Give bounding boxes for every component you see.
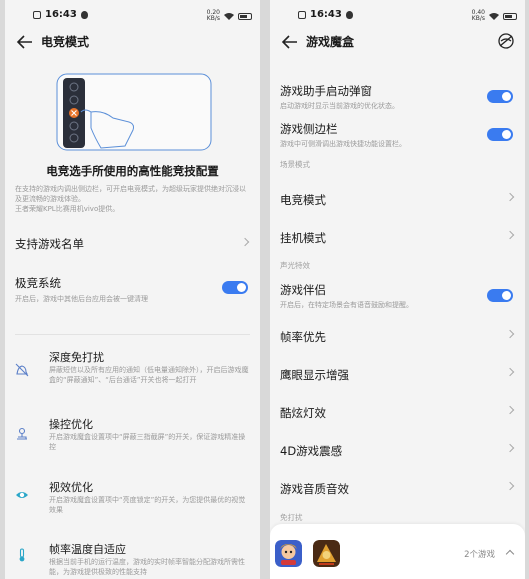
status-time: 16:43 [310, 9, 342, 20]
sound-fx-row[interactable]: 游戏音质音效 [280, 478, 515, 496]
cool-light-row[interactable]: 酷炫灯效 [280, 402, 515, 420]
feature-description: 屏蔽短信以及所有应用的通知（低电量通知除外），开启后游戏魔盒的“屏蔽通知”、“后… [49, 366, 249, 384]
hide-icon[interactable] [497, 32, 515, 50]
feature-title: 帧率温度自适应 [49, 543, 126, 556]
companion-label: 游戏伴侣 [280, 283, 326, 297]
popup-toggle[interactable] [487, 90, 513, 103]
frame-priority-row[interactable]: 帧率优先 [280, 326, 515, 344]
wifi-icon [489, 12, 499, 20]
page-title: 游戏魔盒 [306, 35, 355, 49]
feature-title: 操控优化 [49, 418, 93, 431]
notification-icon [33, 10, 41, 19]
feature-title: 视效优化 [49, 481, 93, 494]
do-not-disturb-icon [15, 363, 29, 377]
page-title: 电竞模式 [41, 35, 90, 49]
esports-mode-screen: 16:43 0.20 KB/s 电竞模式 电竞选手所使用的高性能竞技配置 在支持… [5, 0, 260, 579]
feature-title: 深度免打扰 [49, 351, 104, 364]
popup-label: 游戏助手启动弹窗 [280, 84, 372, 98]
network-speed: 0.20 KB/s [206, 9, 220, 22]
companion-desc: 开启后，在特定场景会有语音鼓励和提醒。 [280, 301, 413, 309]
game-icon-2[interactable] [313, 540, 340, 567]
chevron-right-icon [240, 237, 250, 247]
cool-light-label: 酷炫灯效 [280, 406, 326, 420]
thermometer-icon [19, 548, 25, 562]
vibration-row[interactable]: 4D游戏震感 [280, 440, 515, 458]
eagle-eye-label: 鹰眼显示增强 [280, 368, 349, 382]
back-arrow-icon[interactable] [280, 32, 300, 52]
sound-fx-label: 游戏音质音效 [280, 482, 349, 496]
extreme-system-row: 极竞系统 开启后，游戏中其他后台应用会被一键清理 [15, 275, 250, 305]
popup-desc: 启动游戏时显示当前游戏的优化状态。 [280, 102, 399, 110]
section-dnd: 免打扰 [280, 513, 303, 522]
game-icon-1[interactable] [275, 540, 302, 567]
game-box-screen: 16:43 0.40 KB/s 游戏魔盒 游戏助手启动弹窗 启动游戏时显示当前游… [270, 0, 525, 579]
sidebar-label: 游戏侧边栏 [280, 122, 338, 136]
feature-description: 开启游戏魔盒设置项中“屏蔽三指截屏”的开关，保证游戏精准操控 [49, 433, 246, 451]
chevron-right-icon [505, 230, 515, 240]
supported-games-row[interactable]: 支持游戏名单 [15, 233, 250, 251]
idle-mode-label: 挂机模式 [280, 231, 326, 245]
notification-icon [298, 10, 306, 19]
chevron-right-icon [505, 329, 515, 339]
extreme-system-desc: 开启后，游戏中其他后台应用会被一键清理 [15, 295, 148, 303]
sidebar-toggle[interactable] [487, 128, 513, 141]
sidebar-desc: 游戏中可侧滑调出游戏快捷功能设置栏。 [280, 140, 406, 148]
status-bar: 16:43 0.40 KB/s [270, 9, 525, 23]
network-speed: 0.40 KB/s [471, 9, 485, 22]
esports-mode-label: 电竞模式 [280, 193, 326, 207]
phone-illustration [56, 73, 212, 151]
frame-priority-label: 帧率优先 [280, 330, 326, 344]
chevron-right-icon [505, 367, 515, 377]
chevron-right-icon [505, 192, 515, 202]
status-time: 16:43 [45, 9, 77, 20]
chevron-right-icon [505, 443, 515, 453]
status-bar: 16:43 0.20 KB/s [5, 9, 260, 23]
hero-credit: 王者荣耀KPL比赛用机vivo提供。 [15, 205, 120, 213]
section-scene: 场景模式 [280, 160, 310, 169]
joystick-icon [17, 427, 27, 440]
eye-icon [16, 492, 28, 498]
app-notification-icon [345, 10, 353, 19]
companion-row: 游戏伴侣 开启后，在特定场景会有语音鼓励和提醒。 [280, 282, 515, 310]
games-tray[interactable]: 2个游戏 [270, 524, 525, 579]
extreme-system-label: 极竞系统 [15, 276, 61, 290]
idle-mode-row[interactable]: 挂机模式 [280, 227, 515, 245]
supported-games-label: 支持游戏名单 [15, 237, 84, 251]
feature-description: 根据当前手机的运行温度，游戏的实时帧率智能分配游戏所需性能，为游戏提供极致的性能… [49, 558, 245, 576]
sidebar-row: 游戏侧边栏 游戏中可侧滑调出游戏快捷功能设置栏。 [280, 121, 515, 149]
popup-row: 游戏助手启动弹窗 启动游戏时显示当前游戏的优化状态。 [280, 83, 515, 111]
hero-title: 电竞选手所使用的高性能竞技配置 [46, 164, 219, 178]
chevron-right-icon [505, 481, 515, 491]
games-count: 2个游戏 [464, 550, 495, 560]
esports-mode-row[interactable]: 电竞模式 [280, 189, 515, 207]
divider [15, 334, 250, 335]
back-arrow-icon[interactable] [15, 32, 35, 52]
chevron-right-icon [505, 405, 515, 415]
chevron-up-icon[interactable] [505, 549, 515, 559]
feature-description: 开启游戏魔盒设置项中“亮度锁定”的开关，为您提供最优的视觉效果 [49, 496, 246, 514]
battery-icon [503, 12, 517, 20]
hero-description: 在支持的游戏内调出侧边栏，可开启电竞模式，为超级玩家提供绝对沉浸以及更流畅的游戏… [15, 185, 246, 203]
wifi-icon [224, 12, 234, 20]
app-notification-icon [80, 10, 88, 19]
battery-icon [238, 12, 252, 20]
eagle-eye-row[interactable]: 鹰眼显示增强 [280, 364, 515, 382]
section-sound: 声光特效 [280, 261, 310, 270]
extreme-system-toggle[interactable] [222, 281, 248, 294]
companion-toggle[interactable] [487, 289, 513, 302]
vibration-label: 4D游戏震感 [280, 444, 343, 458]
